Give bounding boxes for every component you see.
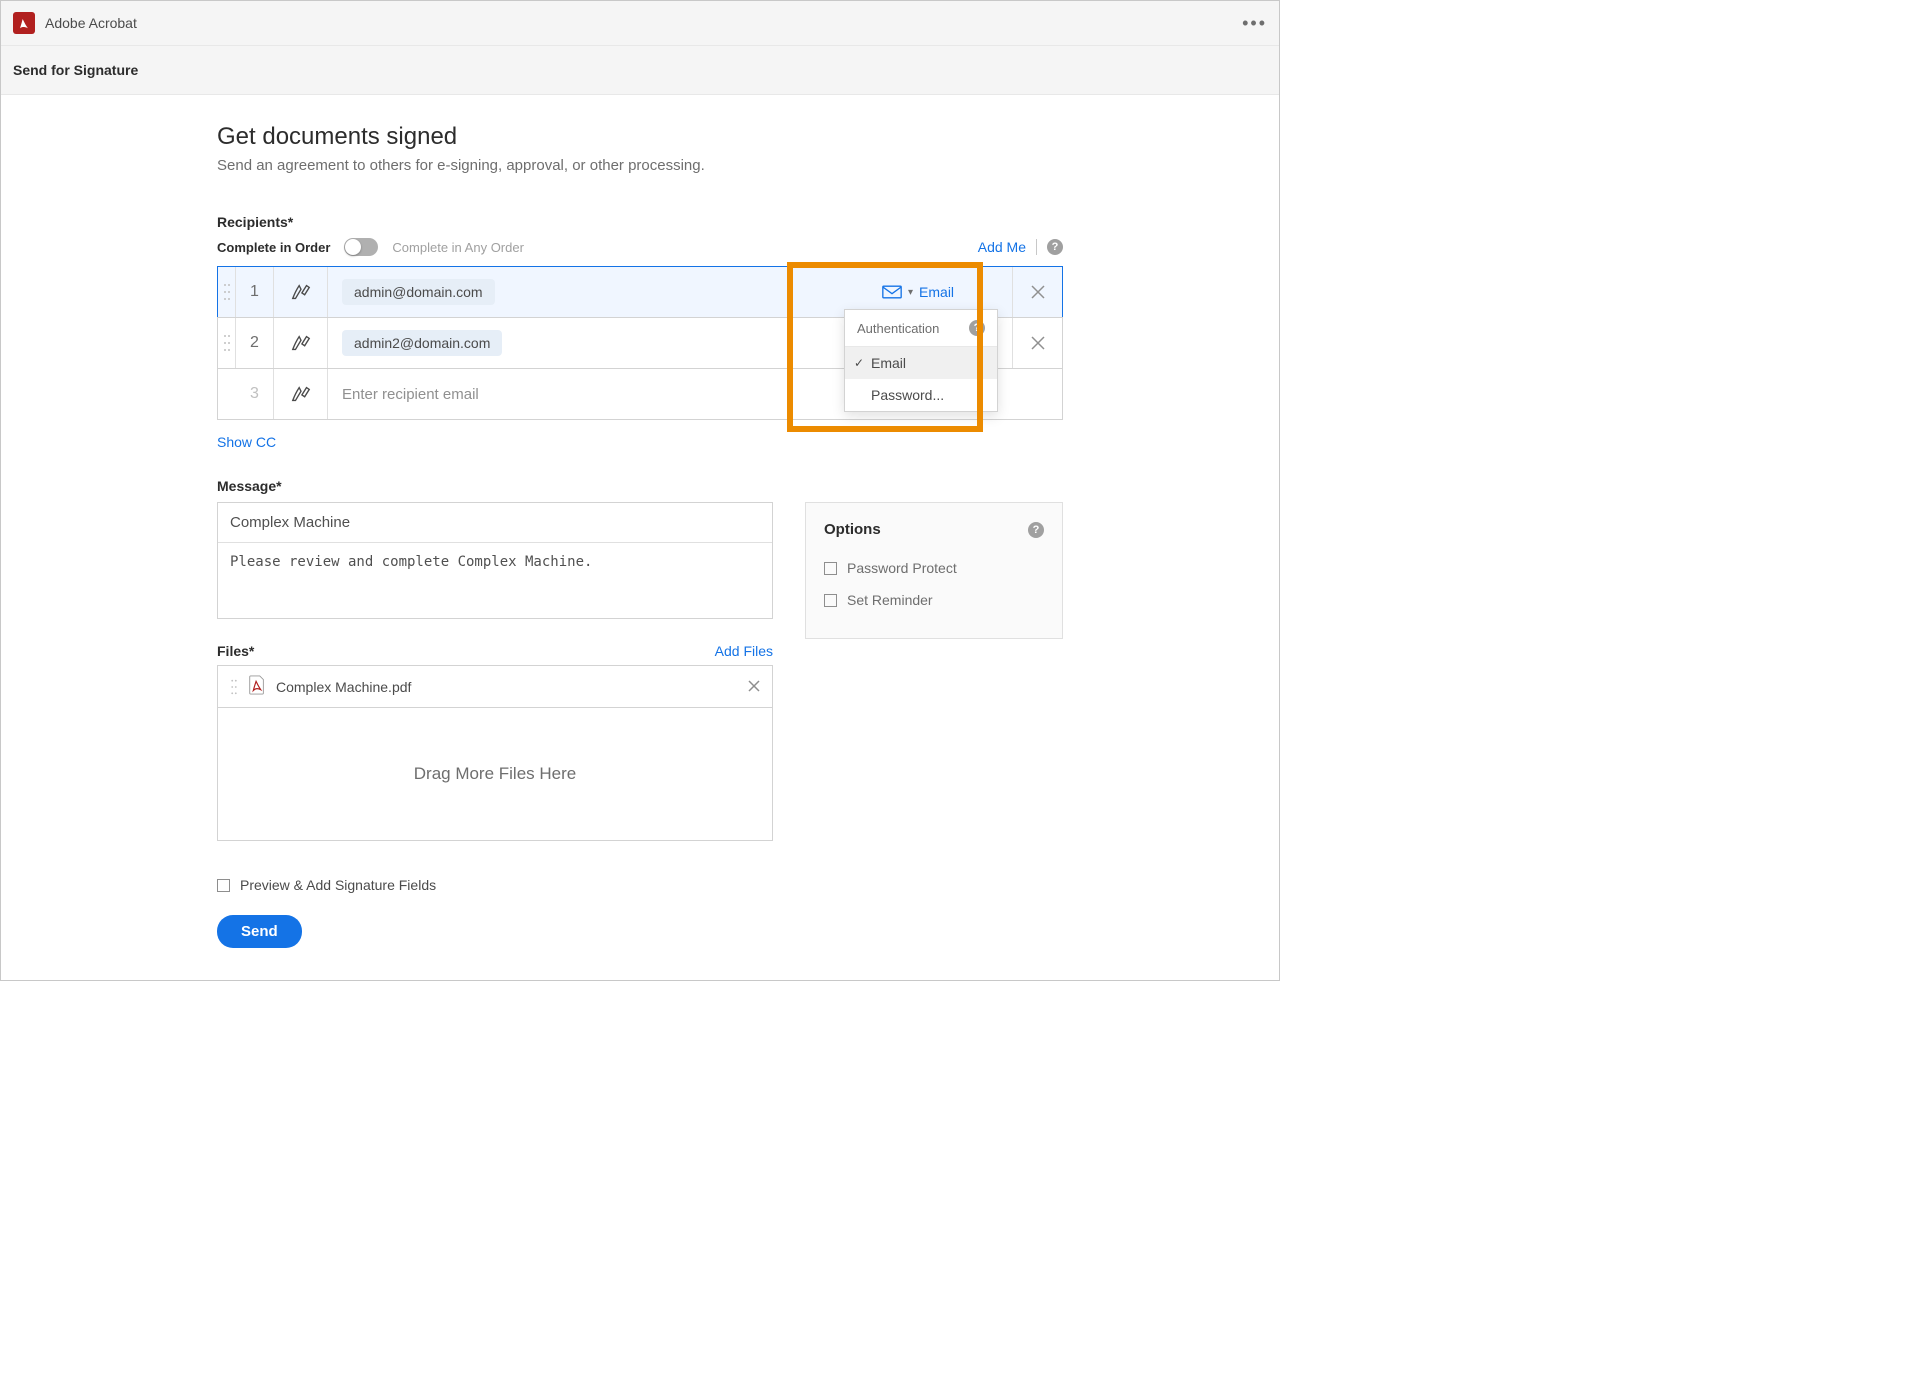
recipient-email-cell[interactable]: admin2@domain.com [328, 318, 882, 368]
message-body-input[interactable] [218, 543, 772, 615]
auth-dropdown-header: Authentication ? [845, 310, 997, 347]
signer-role-icon[interactable] [274, 267, 328, 317]
recipient-number: 2 [236, 318, 274, 368]
recipient-list: 1 admin@domain.com ▾ Email Authenti [217, 266, 1063, 420]
subheader-title: Send for Signature [13, 62, 1267, 78]
titlebar: Adobe Acrobat ••• [1, 1, 1279, 46]
show-cc-link[interactable]: Show CC [217, 434, 276, 450]
divider [1036, 239, 1037, 255]
file-row: Complex Machine.pdf [218, 666, 772, 708]
app-title: Adobe Acrobat [45, 15, 137, 31]
files-label: Files* [217, 643, 254, 659]
auth-dropdown-title: Authentication [857, 321, 939, 336]
set-reminder-option[interactable]: Set Reminder [824, 584, 1044, 616]
app-window: Adobe Acrobat ••• Send for Signature Get… [0, 0, 1280, 981]
signer-role-icon[interactable] [274, 369, 328, 419]
checkbox-icon[interactable] [217, 879, 230, 892]
message-box [217, 502, 773, 619]
message-label: Message* [217, 478, 1063, 494]
option-label: Password Protect [847, 560, 957, 576]
complete-in-any-order-label: Complete in Any Order [392, 240, 524, 255]
order-toggle[interactable] [344, 238, 378, 256]
drag-handle-icon[interactable] [218, 318, 236, 368]
recipient-number: 1 [236, 267, 274, 317]
recipients-help-icon[interactable]: ? [1047, 239, 1063, 255]
remove-recipient-button[interactable] [1012, 318, 1062, 368]
recipient-email-cell[interactable]: admin@domain.com [328, 267, 882, 317]
option-label: Set Reminder [847, 592, 933, 608]
options-title: Options [824, 521, 881, 538]
message-subject-input[interactable] [218, 503, 772, 543]
preview-label: Preview & Add Signature Fields [240, 877, 436, 893]
add-me-link[interactable]: Add Me [978, 239, 1026, 255]
auth-help-icon[interactable]: ? [969, 320, 985, 336]
options-help-icon[interactable]: ? [1028, 522, 1044, 538]
password-protect-option[interactable]: Password Protect [824, 552, 1044, 584]
signer-role-icon[interactable] [274, 318, 328, 368]
recipient-email-input[interactable]: Enter recipient email [328, 369, 882, 419]
email-chip[interactable]: admin@domain.com [342, 279, 495, 305]
mail-icon [882, 285, 902, 299]
drag-handle-icon[interactable] [230, 678, 238, 696]
auth-option-password[interactable]: Password... [845, 379, 997, 411]
checkbox-icon[interactable] [824, 594, 837, 607]
remove-file-button[interactable] [748, 679, 760, 695]
drag-handle-icon[interactable] [218, 267, 236, 317]
pdf-icon [248, 675, 266, 698]
subheader: Send for Signature [1, 46, 1279, 95]
file-name: Complex Machine.pdf [276, 679, 411, 695]
acrobat-logo-icon [13, 12, 35, 34]
recipients-label: Recipients* [217, 214, 1063, 230]
page-title: Get documents signed [217, 123, 1063, 151]
add-files-link[interactable]: Add Files [715, 643, 773, 659]
order-row: Complete in Order Complete in Any Order … [217, 238, 1063, 256]
email-chip[interactable]: admin2@domain.com [342, 330, 502, 356]
email-placeholder: Enter recipient email [342, 386, 479, 403]
recipient-number: 3 [236, 369, 274, 419]
complete-in-order-label: Complete in Order [217, 240, 330, 255]
remove-recipient-button[interactable] [1012, 267, 1062, 317]
page-subtitle: Send an agreement to others for e-signin… [217, 157, 1063, 174]
send-button[interactable]: Send [217, 915, 302, 948]
preview-fields-option[interactable]: Preview & Add Signature Fields [217, 877, 1063, 893]
auth-label: Email [919, 284, 954, 300]
auth-option-email[interactable]: Email [845, 347, 997, 379]
checkbox-icon[interactable] [824, 562, 837, 575]
file-drop-area[interactable]: Drag More Files Here [218, 708, 772, 840]
options-panel: Options ? Password Protect Set Reminder [805, 502, 1063, 639]
signature-form: Get documents signed Send an agreement t… [217, 123, 1063, 948]
more-menu-icon[interactable]: ••• [1242, 13, 1267, 34]
chevron-down-icon: ▾ [908, 287, 913, 298]
files-box: Complex Machine.pdf Drag More Files Here [217, 665, 773, 841]
auth-dropdown: Authentication ? Email Password... [844, 309, 998, 412]
recipient-row: 1 admin@domain.com ▾ Email Authenti [217, 266, 1063, 318]
content: Get documents signed Send an agreement t… [1, 95, 1279, 980]
